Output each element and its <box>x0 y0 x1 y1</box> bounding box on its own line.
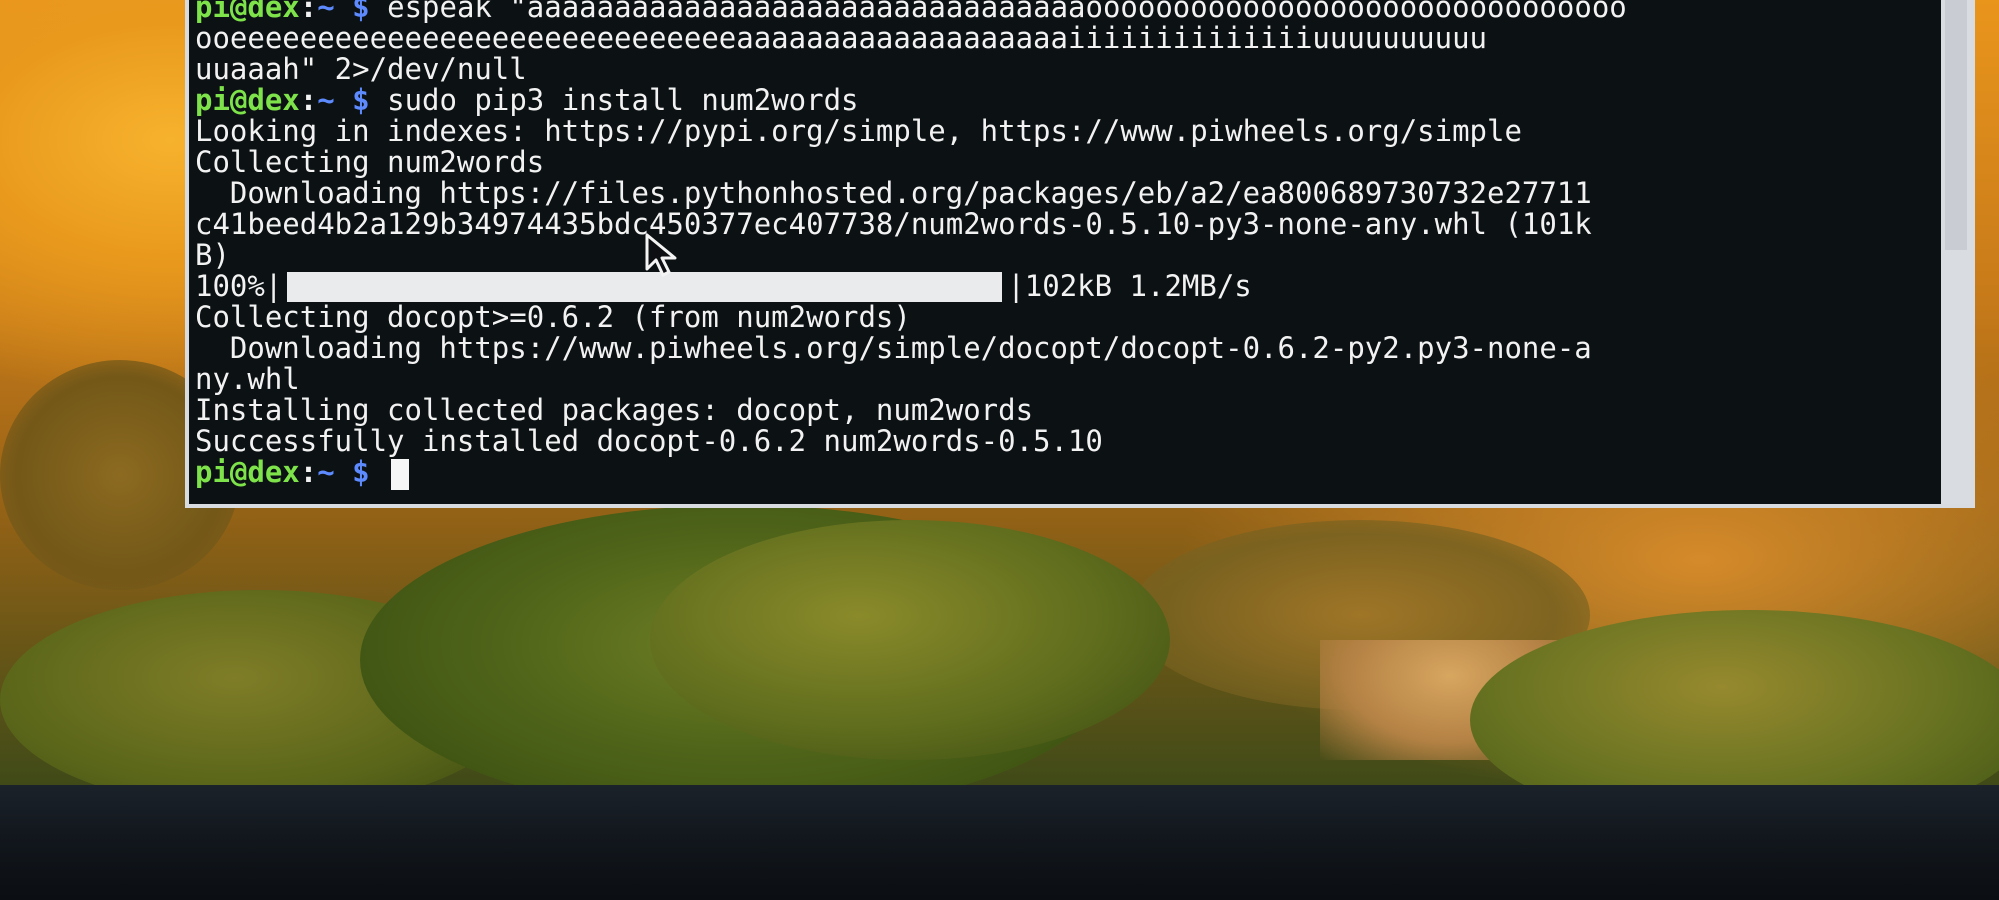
terminal-line: pi@dex:~ $ espeak "aaaaaaaaaaaaaaaaaaaaa… <box>195 0 1944 23</box>
screen: pi@dex:~ $ espeak "aaaaaaaaaaaaaaaaaaaaa… <box>0 0 1999 900</box>
prompt-separator: : <box>299 455 318 489</box>
prompt-user-host: pi@dex <box>195 455 300 489</box>
terminal-line: Looking in indexes: https://pypi.org/sim… <box>195 114 1522 148</box>
progress-percent: 100% <box>195 269 265 303</box>
terminal-line: Downloading https://www.piwheels.org/sim… <box>195 331 1592 365</box>
prompt-user-host: pi@dex <box>195 83 300 117</box>
command-text: sudo pip3 install num2words <box>387 83 859 117</box>
terminal-prompt-line[interactable]: pi@dex:~ $ <box>195 455 1944 490</box>
arrow-cursor-icon <box>645 233 677 277</box>
terminal-line: c41beed4b2a129b34974435bdc450377ec407738… <box>195 207 1592 241</box>
prompt-directory: ~ <box>317 83 335 117</box>
terminal-output[interactable]: pi@dex:~ $ espeak "aaaaaaaaaaaaaaaaaaaaa… <box>189 0 1944 502</box>
terminal-line: ny.whl <box>195 362 300 396</box>
scrollbar-thumb[interactable] <box>1945 0 1967 250</box>
block-cursor-icon[interactable] <box>391 458 410 490</box>
prompt-separator: : <box>299 83 318 117</box>
monitor-bezel <box>0 785 1999 900</box>
terminal-line: uuaaah" 2>/dev/null <box>195 52 527 86</box>
progress-left-edge: | <box>264 269 283 303</box>
terminal-line: Installing collected packages: docopt, n… <box>195 393 1034 427</box>
progress-right-edge: | <box>1007 269 1025 303</box>
wallpaper-tree <box>650 520 1170 760</box>
terminal-line: Collecting docopt>=0.6.2 (from num2words… <box>195 300 911 334</box>
terminal-line: ooeeeeeeeeeeeeeeeeeeeeeeeeeeeeeaaaaaaaaa… <box>195 21 1488 55</box>
progress-stats: 102kB 1.2MB/s <box>1024 269 1252 303</box>
terminal-window[interactable]: pi@dex:~ $ espeak "aaaaaaaaaaaaaaaaaaaaa… <box>185 0 1975 508</box>
prompt-symbol: $ <box>352 455 370 489</box>
terminal-scrollbar[interactable] <box>1941 0 1971 504</box>
terminal-line: Downloading https://files.pythonhosted.o… <box>195 176 1592 210</box>
terminal-line: Successfully installed docopt-0.6.2 num2… <box>195 424 1103 458</box>
terminal-line: pi@dex:~ $ sudo pip3 install num2words <box>195 85 1944 116</box>
prompt-symbol: $ <box>352 83 370 117</box>
terminal-line: B) <box>195 238 230 272</box>
download-progress: 100% | | 102kB 1.2MB/s <box>195 271 1944 302</box>
terminal-line: Collecting num2words <box>195 145 545 179</box>
prompt-directory: ~ <box>317 455 335 489</box>
